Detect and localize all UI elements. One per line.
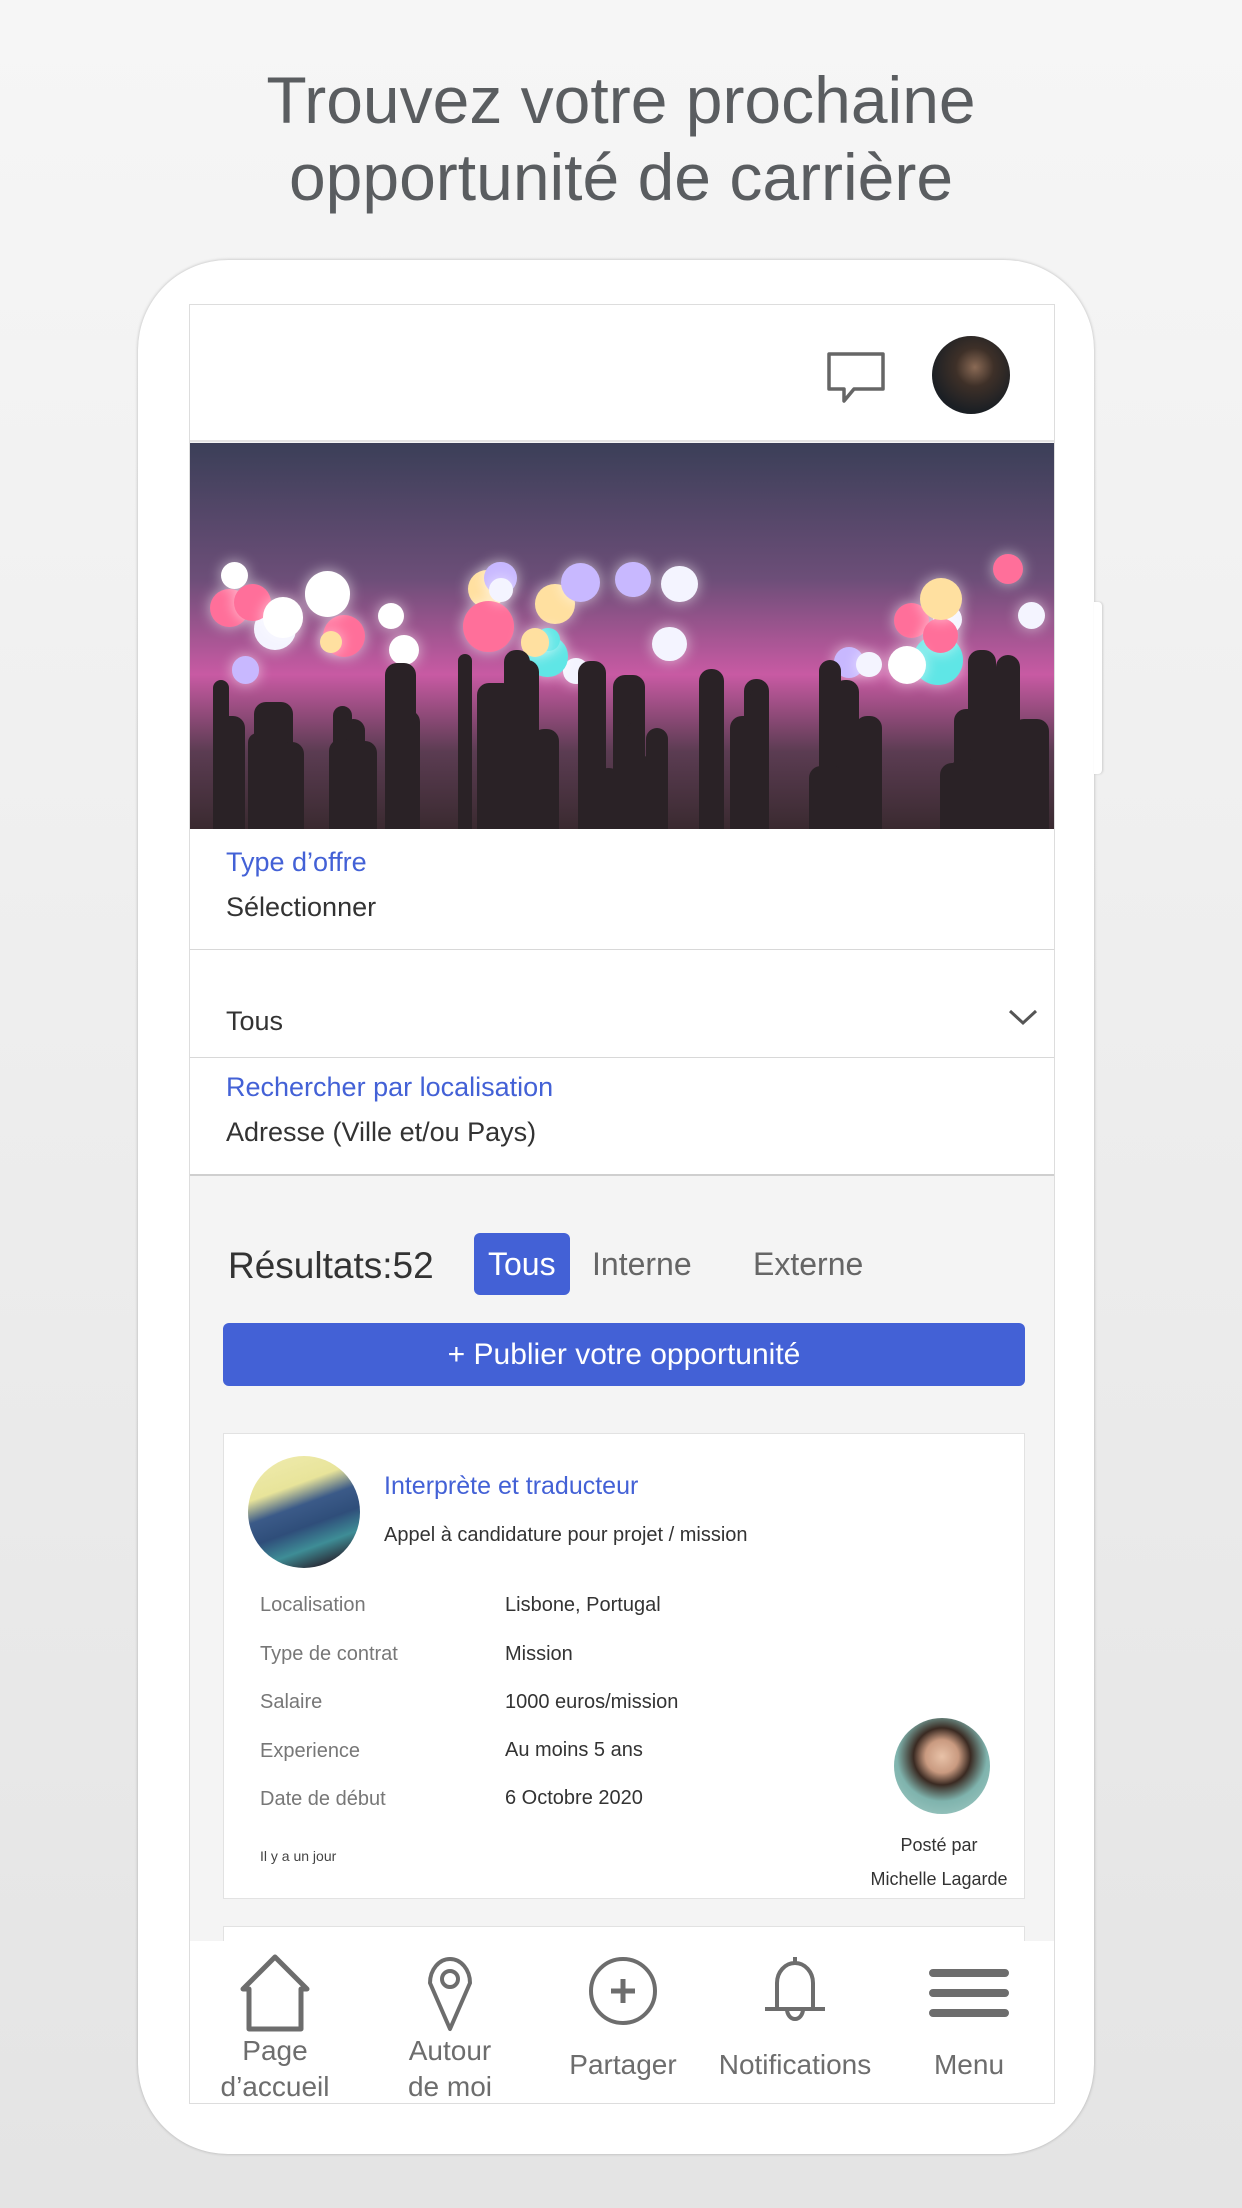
app-header	[190, 305, 1054, 442]
row-value: 6 Octobre 2020	[505, 1787, 643, 1809]
crowd-person	[855, 715, 883, 829]
publish-label: Publier votre opportunité	[473, 1338, 801, 1371]
lantern	[232, 656, 260, 684]
nav-label: d’accueil	[220, 2071, 330, 2102]
hero-image	[190, 443, 1054, 829]
crowd-person	[627, 722, 643, 829]
nav-label: de moi	[407, 2071, 493, 2102]
row-value: Mission	[505, 1643, 573, 1665]
offer-type-value: Sélectionner	[226, 892, 377, 922]
poster-name[interactable]: Michelle Lagarde	[814, 1862, 1054, 1896]
lantern	[856, 651, 883, 678]
posted-by: Posté par Michelle Lagarde	[814, 1828, 1054, 1896]
row-label: Date de début	[260, 1788, 386, 1810]
lantern	[993, 553, 1024, 584]
app-screen: Type d’offre Sélectionner Tous Recherche…	[189, 304, 1055, 2104]
headline-line-2: opportunité de carrière	[288, 140, 954, 214]
location-placeholder: Adresse (Ville et/ou Pays)	[226, 1117, 537, 1147]
row-label: Experience	[260, 1740, 361, 1762]
crowd-person	[213, 680, 229, 829]
row-value: Au moins 5 ans	[505, 1739, 643, 1761]
lantern	[560, 562, 601, 603]
crowd-person	[750, 687, 769, 829]
nav-label: Menu	[933, 2049, 1005, 2080]
lantern	[1017, 602, 1046, 630]
plus-icon: +	[447, 1338, 466, 1371]
crowd-person	[646, 727, 668, 829]
chevron-down-icon	[1008, 1009, 1038, 1026]
nav-notifications[interactable]: Notifications	[710, 1941, 880, 2083]
crowd-person	[699, 669, 724, 829]
offer-type-label: Type d’offre	[226, 847, 367, 877]
crowd-person	[809, 765, 846, 829]
lantern	[388, 634, 419, 665]
page-headline: Trouvez votre prochaine opportunité de c…	[0, 62, 1242, 216]
location-pin-icon	[428, 1957, 472, 2031]
nav-label: Partager	[569, 2049, 677, 2080]
nav-home[interactable]: Page d’accueil	[190, 1941, 360, 2103]
category-value: Tous	[226, 1006, 284, 1036]
crowd-person	[995, 655, 1020, 829]
lantern	[488, 578, 513, 603]
lantern	[615, 561, 651, 597]
nav-label: Notifications	[718, 2049, 872, 2080]
row-label: Localisation	[260, 1594, 366, 1616]
location-label: Rechercher par localisation	[226, 1072, 554, 1102]
lantern	[378, 602, 405, 629]
search-form: Type d’offre Sélectionner Tous Recherche…	[190, 829, 1054, 1176]
posted-time: Il y a un jour	[260, 1848, 337, 1864]
phone-side-button	[1094, 602, 1102, 774]
job-card[interactable]: Interprète et traducteur Appel à candida…	[223, 1433, 1025, 1899]
row-label: Salaire	[260, 1691, 323, 1713]
lantern	[887, 645, 926, 684]
location-search-input[interactable]: Rechercher par localisation Adresse (Vil…	[190, 1058, 1054, 1174]
results-count: Résultats:52	[228, 1245, 434, 1286]
offer-type-select[interactable]: Type d’offre Sélectionner	[190, 829, 1054, 950]
lantern	[661, 565, 698, 603]
tab-externe[interactable]: Externe	[739, 1233, 877, 1295]
tab-interne[interactable]: Interne	[578, 1233, 706, 1295]
publish-opportunity-button[interactable]: + Publier votre opportunité	[223, 1323, 1025, 1386]
tab-tous[interactable]: Tous	[474, 1233, 570, 1295]
crowd-person	[577, 660, 607, 829]
nav-share[interactable]: Partager	[538, 1941, 708, 2083]
user-avatar[interactable]	[932, 336, 1010, 414]
job-title[interactable]: Interprète et traducteur	[384, 1472, 638, 1501]
home-icon	[240, 1954, 310, 2032]
lantern	[262, 597, 304, 639]
lantern	[304, 571, 351, 617]
row-value: Lisbone, Portugal	[505, 1594, 661, 1616]
nav-label: Page	[242, 2035, 308, 2066]
crowd-person	[385, 662, 416, 829]
bell-icon	[765, 1957, 825, 2021]
job-subtitle: Appel à candidature pour projet / missio…	[384, 1524, 748, 1546]
nav-around-me[interactable]: Autour de moi	[365, 1941, 535, 2103]
lantern	[920, 578, 963, 621]
menu-icon	[929, 1969, 1009, 2017]
crowd-person	[279, 742, 304, 829]
bottom-nav: Page d’accueil Autour de moi Partager No…	[190, 1941, 1054, 2103]
lantern	[462, 601, 514, 652]
crowd-person	[521, 753, 537, 829]
crowd-person	[457, 653, 473, 829]
crowd-person	[328, 738, 356, 829]
plus-circle-icon	[589, 1957, 657, 2025]
job-thumbnail	[248, 1456, 360, 1568]
nav-label: Autour	[408, 2035, 492, 2066]
category-dropdown[interactable]: Tous	[190, 950, 1054, 1058]
row-label: Type de contrat	[260, 1643, 398, 1665]
headline-line-1: Trouvez votre prochaine	[266, 63, 976, 137]
nav-menu[interactable]: Menu	[884, 1941, 1054, 2083]
chat-icon[interactable]	[826, 351, 886, 405]
posted-by-label: Posté par	[900, 1835, 978, 1855]
lantern	[652, 626, 687, 662]
poster-avatar[interactable]	[894, 1718, 990, 1814]
row-value: 1000 euros/mission	[505, 1691, 679, 1713]
crowd-person	[950, 758, 979, 829]
